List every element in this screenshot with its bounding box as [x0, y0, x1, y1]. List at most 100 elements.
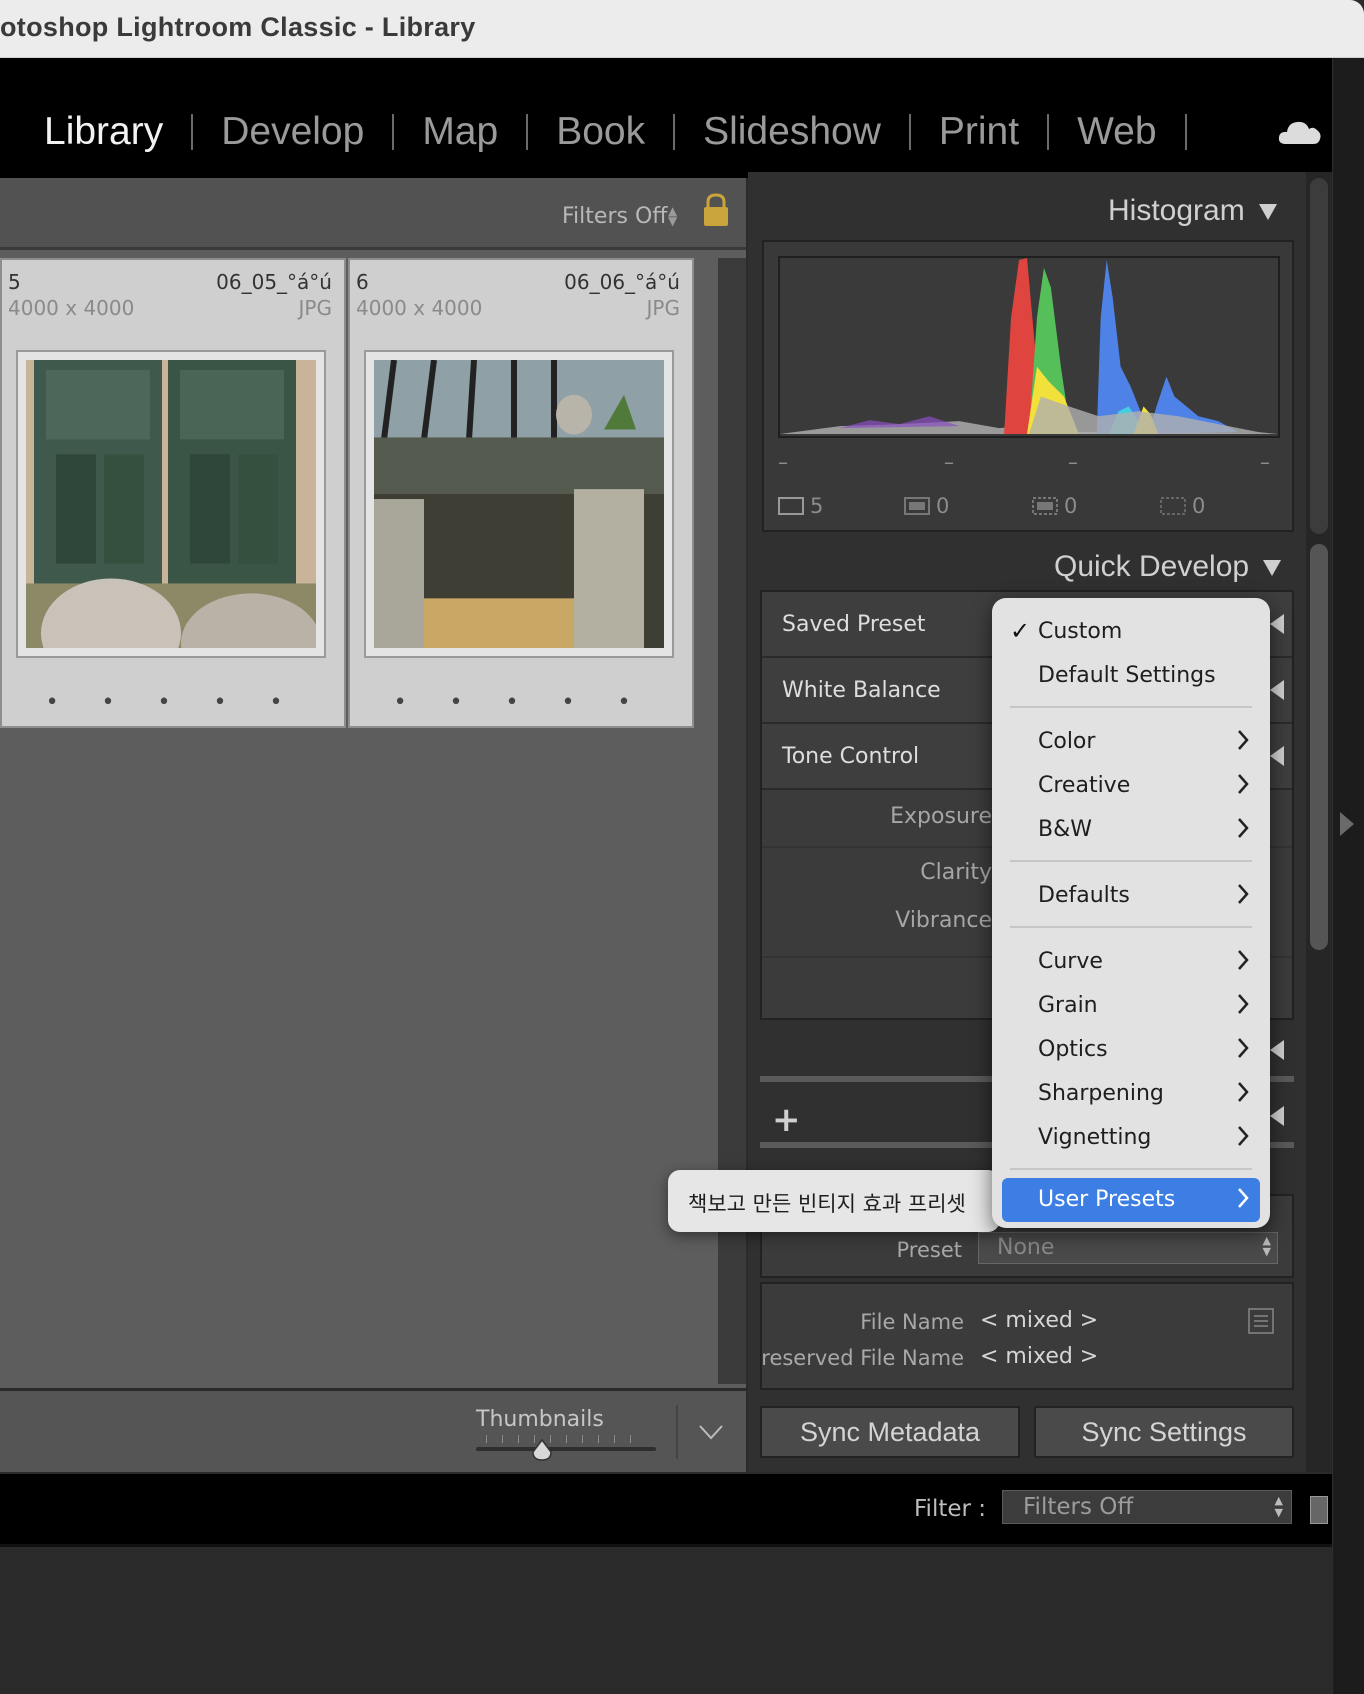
- expand-right-panel-icon[interactable]: [1340, 812, 1354, 836]
- menu-item-curve[interactable]: Curve: [992, 940, 1270, 984]
- rating-dots[interactable]: • • • • •: [350, 690, 692, 715]
- quick-develop-header[interactable]: Quick Develop: [1054, 550, 1282, 584]
- preserved-file-name-value[interactable]: < mixed >: [980, 1344, 1098, 1369]
- metadata-preset-label: Preset: [896, 1238, 962, 1262]
- toolbar-separator: [676, 1405, 678, 1459]
- menu-item-custom[interactable]: ✓ Custom: [992, 610, 1270, 654]
- menu-item-bw[interactable]: B&W: [992, 808, 1270, 852]
- histogram-stat-missing: 0: [1160, 494, 1205, 518]
- rating-dots[interactable]: • • • • •: [2, 690, 344, 715]
- menu-separator: [1010, 860, 1252, 862]
- module-map[interactable]: Map: [422, 110, 498, 154]
- user-presets-submenu-item[interactable]: 책보고 만든 빈티지 효과 프리셋: [668, 1170, 1000, 1232]
- metadata-preset-select[interactable]: None ▲ ▼: [978, 1232, 1278, 1264]
- filmstrip: [0, 1544, 1332, 1694]
- photo-frame-icon: [778, 497, 804, 515]
- menu-item-defaults[interactable]: Defaults: [992, 874, 1270, 918]
- filmstrip-filter-label: Filter :: [914, 1496, 987, 1522]
- right-panel-scrollbar[interactable]: [1306, 172, 1332, 1472]
- module-print[interactable]: Print: [939, 110, 1019, 154]
- scrollbar-thumb[interactable]: [1310, 544, 1328, 950]
- saved-preset-label: Saved Preset: [782, 612, 926, 637]
- menu-separator: [1010, 926, 1252, 928]
- thumbnails-label: Thumbnails: [476, 1407, 604, 1432]
- module-slideshow[interactable]: Slideshow: [703, 110, 881, 154]
- file-name-value[interactable]: < mixed >: [980, 1308, 1098, 1333]
- file-name-label: File Name: [860, 1310, 964, 1334]
- menu-item-creative[interactable]: Creative: [992, 764, 1270, 808]
- menu-item-sharpening[interactable]: Sharpening: [992, 1072, 1270, 1116]
- histogram-header[interactable]: Histogram: [1108, 194, 1277, 228]
- module-library[interactable]: Library: [44, 110, 163, 154]
- chevron-right-icon: [1238, 994, 1249, 1014]
- menu-item-optics[interactable]: Optics: [992, 1028, 1270, 1072]
- menu-item-color[interactable]: Color: [992, 720, 1270, 764]
- cell-index: 5: [8, 270, 21, 294]
- exposure-label: Exposure: [890, 804, 992, 829]
- menu-item-default-settings[interactable]: Default Settings: [992, 654, 1270, 698]
- library-filter-bar: Filters Off ▲ ▼: [0, 178, 746, 250]
- histogram-info-dash: –: [778, 450, 788, 474]
- filter-lock-icon[interactable]: [1310, 1496, 1328, 1524]
- collapse-triangle-icon[interactable]: [1263, 560, 1282, 577]
- grid-cell[interactable]: 5 06_05_°á°ú 4000 x 4000 JPG • • • • •: [0, 258, 346, 728]
- filmstrip-filter-select[interactable]: Filters Off ▲ ▼: [1002, 1490, 1292, 1524]
- list-icon[interactable]: [1248, 1308, 1274, 1334]
- thumbnail-slider-ticks: [486, 1435, 646, 1443]
- expand-triangle-icon[interactable]: [1270, 614, 1284, 634]
- preserved-file-name-label: Preserved File Name: [760, 1346, 964, 1370]
- menu-item-grain[interactable]: Grain: [992, 984, 1270, 1028]
- tone-control-label: Tone Control: [782, 744, 920, 769]
- library-filter-select[interactable]: Filters Off: [562, 204, 667, 229]
- menu-separator: [1010, 706, 1252, 708]
- toolbar-menu-chevron-icon[interactable]: [698, 1423, 724, 1441]
- menu-item-user-presets[interactable]: User Presets: [1002, 1178, 1260, 1222]
- module-separator: [526, 114, 529, 150]
- cell-filetype: JPG: [298, 296, 332, 320]
- metadata-fields: File Name < mixed > Preserved File Name …: [760, 1282, 1294, 1390]
- window-titlebar: otoshop Lightroom Classic - Library: [0, 0, 1364, 58]
- checkmark-icon: ✓: [1010, 617, 1031, 645]
- keyword-list-expand-icon[interactable]: [1270, 1106, 1284, 1126]
- chevron-right-icon: [1238, 1126, 1249, 1146]
- quick-develop-title: Quick Develop: [1054, 550, 1250, 583]
- cloud-icon[interactable]: [1278, 120, 1322, 146]
- filter-stepper-icon[interactable]: ▲ ▼: [668, 205, 677, 227]
- select-stepper-icon: ▲ ▼: [1274, 1494, 1283, 1519]
- module-separator: [1184, 114, 1187, 150]
- chevron-right-icon: [1238, 950, 1249, 970]
- window-title: otoshop Lightroom Classic - Library: [0, 12, 476, 42]
- saved-preset-menu: ✓ Custom Default Settings Color Creative…: [992, 598, 1270, 1228]
- module-develop[interactable]: Develop: [221, 110, 364, 154]
- sync-metadata-button[interactable]: Sync Metadata: [760, 1406, 1020, 1458]
- white-balance-label: White Balance: [782, 678, 941, 703]
- module-web[interactable]: Web: [1077, 110, 1157, 154]
- expand-triangle-icon[interactable]: [1270, 746, 1284, 766]
- photo-thumbnail[interactable]: [16, 350, 326, 658]
- slider-handle[interactable]: [531, 1439, 553, 1461]
- keywording-expand-icon[interactable]: [1270, 1040, 1284, 1060]
- thumbnail-size-slider[interactable]: [476, 1447, 656, 1451]
- histogram-stat-originals: 0: [1032, 494, 1077, 518]
- menu-item-vignetting[interactable]: Vignetting: [992, 1116, 1270, 1160]
- module-separator: [1047, 114, 1050, 150]
- grid-cell[interactable]: 6 06_06_°á°ú 4000 x 4000 JPG • • • • •: [348, 258, 694, 728]
- chevron-right-icon: [1238, 774, 1249, 794]
- chevron-right-icon: [1238, 884, 1249, 904]
- cell-filename: 06_06_°á°ú: [564, 270, 680, 294]
- add-icon[interactable]: +: [772, 1100, 801, 1140]
- sync-settings-button[interactable]: Sync Settings: [1034, 1406, 1294, 1458]
- histogram-panel: – – – – 5 0 0 0: [762, 240, 1294, 532]
- chevron-right-icon: [1238, 1188, 1249, 1208]
- lock-icon[interactable]: [702, 192, 730, 228]
- shutters-photo: [26, 360, 316, 648]
- module-separator: [908, 114, 911, 150]
- smart-preview-icon: [904, 497, 930, 515]
- photo-thumbnail[interactable]: [364, 350, 674, 658]
- collapse-triangle-icon[interactable]: [1258, 204, 1277, 221]
- module-book[interactable]: Book: [556, 110, 645, 154]
- expand-triangle-icon[interactable]: [1270, 680, 1284, 700]
- histogram-graph: [778, 256, 1280, 438]
- cell-dimensions: 4000 x 4000: [356, 296, 483, 320]
- module-separator: [673, 114, 676, 150]
